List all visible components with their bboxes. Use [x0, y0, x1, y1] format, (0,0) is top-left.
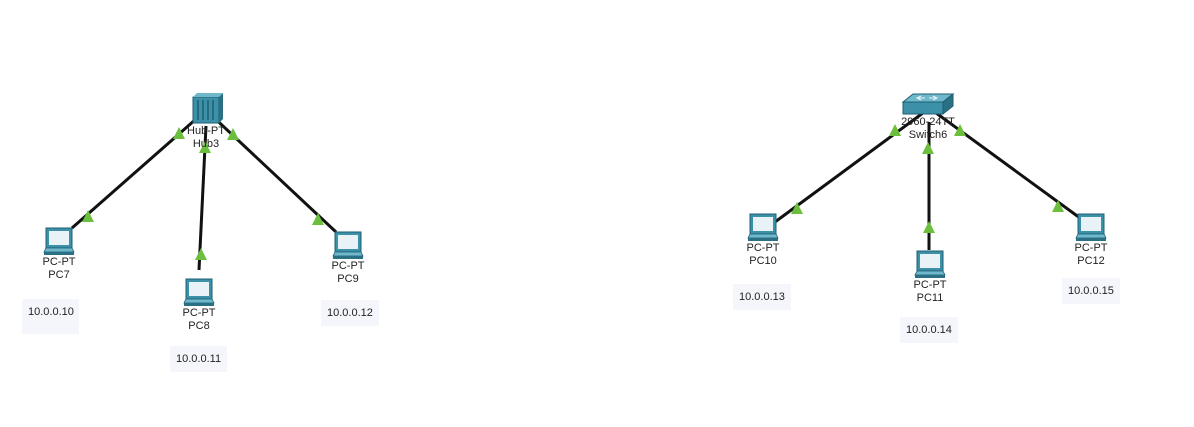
device-pc12[interactable]: PC-PT PC12 — [1061, 212, 1121, 268]
device-name-label: Hub3 — [192, 138, 220, 150]
device-model-label: PC-PT — [42, 256, 76, 268]
device-model-label: PC-PT — [1074, 242, 1108, 254]
device-hub3[interactable]: Hub-PT Hub3 — [170, 93, 242, 151]
device-model-label: PC-PT — [746, 242, 780, 254]
device-switch6[interactable]: 2960-24TT Switch6 — [892, 92, 964, 142]
device-name-label: Switch6 — [908, 129, 948, 141]
ip-label-pc9: 10.0.0.12 — [321, 300, 379, 326]
ip-label-pc10: 10.0.0.13 — [733, 284, 791, 310]
device-model-label: Hub-PT — [187, 125, 225, 137]
device-name-label: PC9 — [337, 273, 359, 285]
link-up-indicator — [195, 248, 207, 260]
device-model-label: PC-PT — [913, 279, 947, 291]
topology-workspace: Hub-PT Hub3 2960-24TT Switch6 PC-PT PC7 … — [0, 0, 1194, 427]
device-model-label: PC-PT — [331, 260, 365, 272]
device-name-label: PC7 — [48, 269, 70, 281]
device-pc11[interactable]: PC-PT PC11 — [900, 249, 960, 305]
ip-label-pc8: 10.0.0.11 — [170, 346, 228, 372]
ip-label-pc7: 10.0.0.10 — [22, 299, 79, 334]
device-name-label: PC8 — [188, 320, 210, 332]
device-pc7[interactable]: PC-PT PC7 — [29, 226, 89, 282]
device-pc10[interactable]: PC-PT PC10 — [733, 212, 793, 268]
link-up-indicator — [922, 142, 934, 154]
pc-icon — [747, 213, 779, 241]
device-name-label: PC12 — [1077, 255, 1105, 267]
ip-label-pc12: 10.0.0.15 — [1062, 278, 1120, 304]
device-pc9[interactable]: PC-PT PC9 — [318, 230, 378, 286]
device-pc8[interactable]: PC-PT PC8 — [169, 277, 229, 333]
pc-icon — [914, 250, 946, 278]
pc-icon — [43, 227, 75, 255]
device-model-label: 2960-24TT — [901, 116, 955, 128]
pc-icon — [332, 231, 364, 259]
device-name-label: PC11 — [916, 292, 944, 304]
pc-icon — [183, 278, 215, 306]
link-up-indicator — [923, 221, 935, 233]
ip-label-pc11: 10.0.0.14 — [900, 317, 958, 343]
device-name-label: PC10 — [749, 255, 777, 267]
device-model-label: PC-PT — [182, 307, 216, 319]
switch-icon — [901, 92, 955, 116]
hub-icon — [192, 93, 223, 124]
pc-icon — [1075, 213, 1107, 241]
